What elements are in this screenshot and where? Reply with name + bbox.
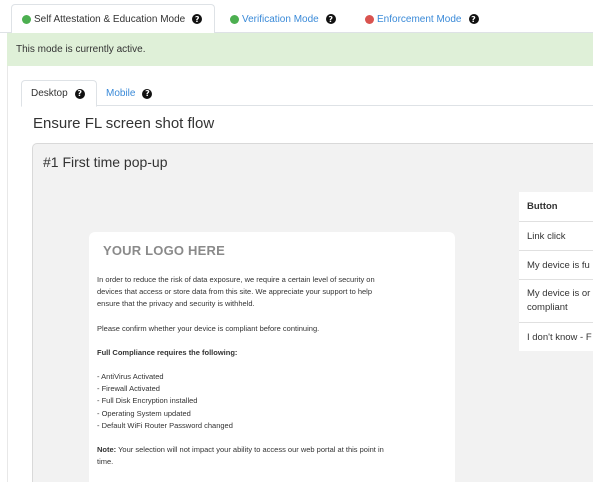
- popup-confirm-text: Please confirm whether your device is co…: [97, 324, 320, 333]
- tab-desktop[interactable]: Desktop ?: [21, 80, 97, 107]
- table-row: My device is fu: [519, 250, 593, 279]
- tab-verification-mode[interactable]: Verification Mode ?: [220, 4, 350, 34]
- popup-preview: YOUR LOGO HERE In order to reduce the ri…: [89, 232, 455, 482]
- popup-intro: In order to reduce the risk of data expo…: [97, 274, 447, 311]
- requirements-list: - AntiVirus Activated - Firewall Activat…: [97, 371, 447, 432]
- status-dot-icon: [365, 14, 374, 24]
- tab-label: Self Attestation & Education Mode: [34, 13, 186, 25]
- help-icon[interactable]: ?: [192, 14, 203, 24]
- row-line: compliant: [527, 302, 568, 313]
- note-text: Your selection will not impact your abil…: [116, 445, 384, 454]
- row-line: My device is or: [527, 288, 591, 299]
- help-icon[interactable]: ?: [325, 14, 336, 24]
- tab-label: Verification Mode: [242, 13, 319, 25]
- note-label: Note:: [97, 445, 117, 454]
- mode-tabs: Self Attestation & Education Mode ? Veri…: [0, 0, 593, 34]
- help-icon[interactable]: ?: [74, 88, 85, 99]
- tab-label: Desktop: [31, 88, 68, 99]
- note-line-2: time.: [97, 457, 114, 467]
- intro-line: devices that access or store data from t…: [97, 287, 372, 297]
- tab-self-attestation-mode[interactable]: Self Attestation & Education Mode ?: [11, 4, 215, 34]
- tab-enforcement-mode[interactable]: Enforcement Mode ?: [355, 4, 495, 34]
- active-mode-banner: This mode is currently active.: [7, 33, 593, 66]
- list-item: - Firewall Activated: [97, 384, 160, 394]
- intro-line: ensure that the privacy and security is …: [97, 299, 255, 309]
- card-title: #1 First time pop-up: [43, 154, 168, 170]
- table-row: My device is or compliant: [519, 279, 593, 322]
- tab-mobile[interactable]: Mobile ?: [97, 80, 167, 107]
- list-item: - Full Disk Encryption installed: [97, 396, 198, 406]
- popup-note: Note: Your selection will not impact you…: [97, 444, 447, 468]
- tab-label: Enforcement Mode: [377, 13, 462, 25]
- list-item: - Operating System updated: [97, 408, 191, 418]
- mode-panel: Desktop ? Mobile ? Ensure FL screen shot…: [7, 66, 593, 482]
- table-header: Button: [519, 192, 593, 221]
- section-title: Ensure FL screen shot flow: [33, 115, 215, 132]
- help-icon[interactable]: ?: [468, 14, 479, 24]
- banner-text: This mode is currently active.: [16, 44, 146, 55]
- note-line-1: Note: Your selection will not impact you…: [97, 444, 447, 456]
- list-item: - Default WiFi Router Password changed: [97, 420, 233, 430]
- help-icon[interactable]: ?: [142, 88, 153, 99]
- intro-line: In order to reduce the risk of data expo…: [97, 275, 375, 284]
- device-tabs: Desktop ? Mobile ?: [21, 80, 593, 107]
- popup-step-card: #1 First time pop-up YOUR LOGO HERE In o…: [32, 143, 593, 482]
- status-dot-icon: [230, 14, 239, 24]
- tab-label: Mobile: [106, 88, 136, 99]
- list-item: - AntiVirus Activated: [97, 372, 164, 381]
- status-dot-icon: [22, 14, 31, 24]
- table-row: I don't know - F: [519, 322, 593, 351]
- logo-placeholder: YOUR LOGO HERE: [103, 243, 225, 258]
- table-row: Link click: [519, 221, 593, 250]
- requirements-heading: Full Compliance requires the following:: [97, 348, 238, 357]
